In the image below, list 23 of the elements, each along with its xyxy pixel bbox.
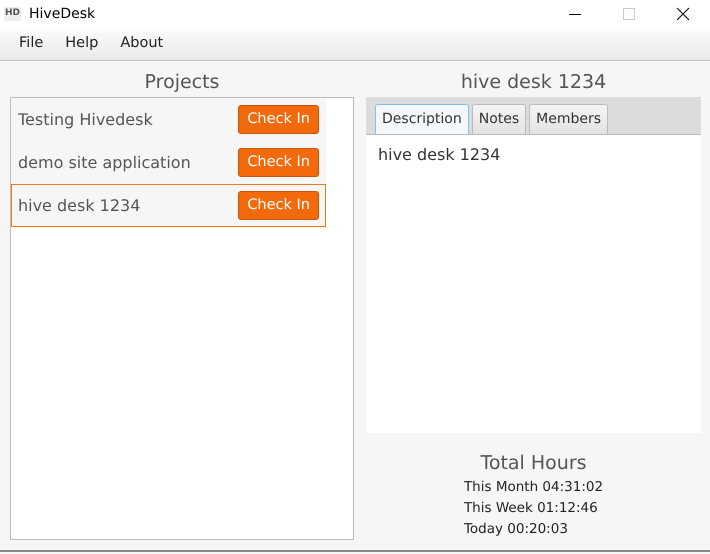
app-logo: HD [4, 7, 22, 21]
project-row[interactable]: Testing Hivedesk Check In [11, 98, 326, 141]
hours-line: This Month 04:31:02 [464, 478, 604, 497]
hours-line: Today 00:20:03 [464, 520, 568, 539]
window-title: HiveDesk [29, 4, 96, 24]
menu-item[interactable]: About [109, 33, 174, 55]
menu-item[interactable]: File [8, 33, 54, 55]
tab[interactable]: Notes [472, 104, 526, 134]
close-icon [676, 7, 690, 21]
menu-item[interactable]: Help [54, 33, 110, 55]
tab[interactable]: Description [375, 104, 469, 134]
hours-line: This Week 01:12:46 [464, 499, 598, 518]
project-title: hive desk 1234 [460, 70, 608, 95]
project-name: hive desk 1234 [18, 194, 140, 216]
project-row[interactable]: demo site application Check In [11, 141, 326, 184]
description-text: hive desk 1234 [378, 145, 500, 164]
project-name: Testing Hivedesk [18, 108, 153, 130]
project-row[interactable]: hive desk 1234 Check In [11, 184, 326, 227]
project-name: demo site application [18, 152, 191, 174]
panel-title: Projects [144, 70, 220, 95]
tab[interactable]: Members [529, 104, 608, 134]
maximize-icon [623, 8, 635, 20]
total-hours-title: Total Hours [480, 450, 587, 476]
